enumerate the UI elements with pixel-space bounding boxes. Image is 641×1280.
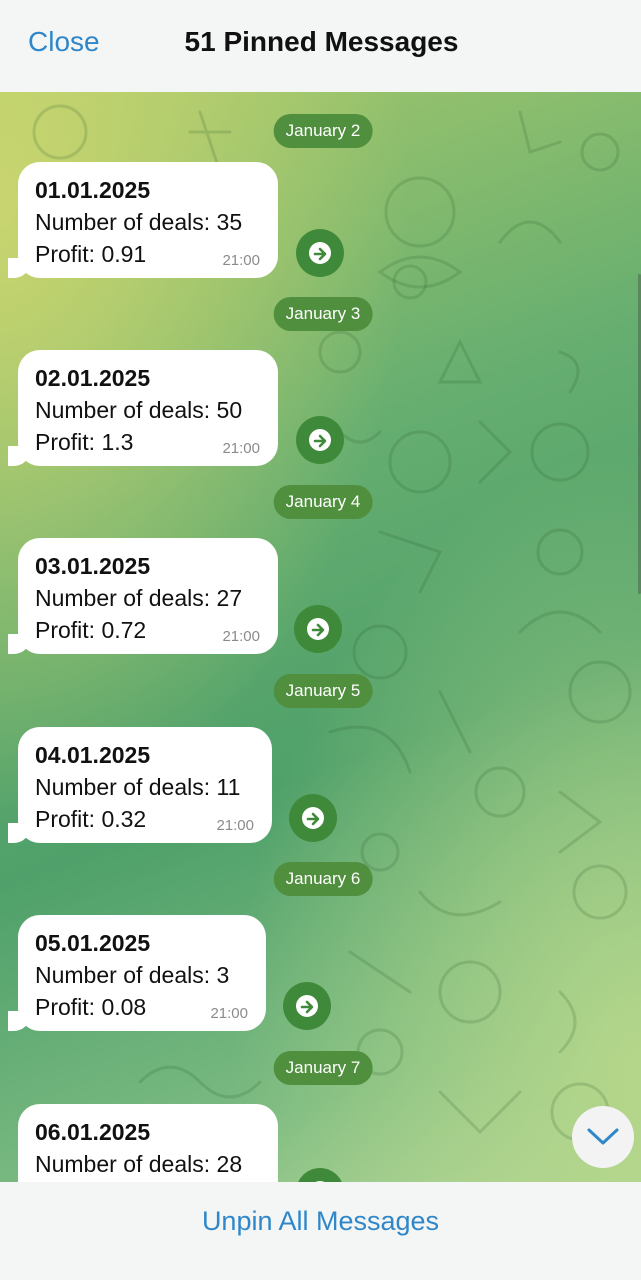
message-deals: Number of deals: 28: [35, 1151, 243, 1177]
forward-arrow-icon: [307, 618, 329, 640]
forward-button[interactable]: [283, 982, 331, 1030]
date-separator: January 7: [273, 1051, 373, 1085]
forward-arrow-icon: [309, 429, 331, 451]
message-title: 01.01.2025: [35, 177, 151, 203]
message-time: 21:00: [210, 1005, 248, 1022]
forward-arrow-icon: [302, 807, 324, 829]
pinned-message-bubble[interactable]: 03.01.2025 Number of deals: 27 Profit: 0…: [8, 538, 278, 654]
message-title: 06.01.2025: [35, 1119, 151, 1145]
message-deals: Number of deals: 27: [35, 585, 243, 611]
pinned-message-bubble[interactable]: 04.01.2025 Number of deals: 11 Profit: 0…: [8, 727, 272, 843]
date-separator: January 4: [273, 485, 373, 519]
forward-button[interactable]: [289, 794, 337, 842]
date-separator: January 5: [273, 674, 373, 708]
message-title: 03.01.2025: [35, 553, 151, 579]
pinned-message-bubble[interactable]: 05.01.2025 Number of deals: 3 Profit: 0.…: [8, 915, 266, 1031]
message-deals: Number of deals: 50: [35, 397, 243, 423]
chevron-down-icon: [587, 1128, 619, 1145]
date-separator: January 6: [273, 862, 373, 896]
header-bar: Close 51 Pinned Messages: [0, 0, 641, 92]
pinned-message-bubble[interactable]: 01.01.2025 Number of deals: 35 Profit: 0…: [8, 162, 278, 278]
forward-button[interactable]: [296, 229, 344, 277]
message-time: 21:00: [222, 440, 260, 457]
message-deals: Number of deals: 11: [35, 774, 241, 800]
footer-bar: Unpin All Messages: [0, 1182, 641, 1280]
message-time: 21:00: [222, 628, 260, 645]
forward-button[interactable]: [296, 416, 344, 464]
forward-arrow-icon: [309, 242, 331, 264]
message-time: 21:00: [216, 817, 254, 834]
message-deals: Number of deals: 3: [35, 962, 230, 988]
forward-button[interactable]: [294, 605, 342, 653]
scroll-down-button[interactable]: [572, 1106, 634, 1168]
page-title: 51 Pinned Messages: [184, 26, 459, 57]
pinned-message-bubble[interactable]: 06.01.2025 Number of deals: 28: [18, 1104, 278, 1182]
pinned-message-bubble[interactable]: 02.01.2025 Number of deals: 50 Profit: 1…: [8, 350, 278, 466]
forward-arrow-icon: [296, 995, 318, 1017]
message-deals: Number of deals: 35: [35, 209, 243, 235]
message-title: 05.01.2025: [35, 930, 151, 956]
date-separator: January 2: [273, 114, 373, 148]
message-time: 21:00: [222, 252, 260, 269]
message-title: 04.01.2025: [35, 742, 151, 768]
chat-area[interactable]: January 2 01.01.2025 Number of deals: 35…: [0, 92, 641, 1182]
date-separator: January 3: [273, 297, 373, 331]
message-title: 02.01.2025: [35, 365, 151, 391]
unpin-all-button[interactable]: Unpin All Messages: [0, 1206, 641, 1237]
